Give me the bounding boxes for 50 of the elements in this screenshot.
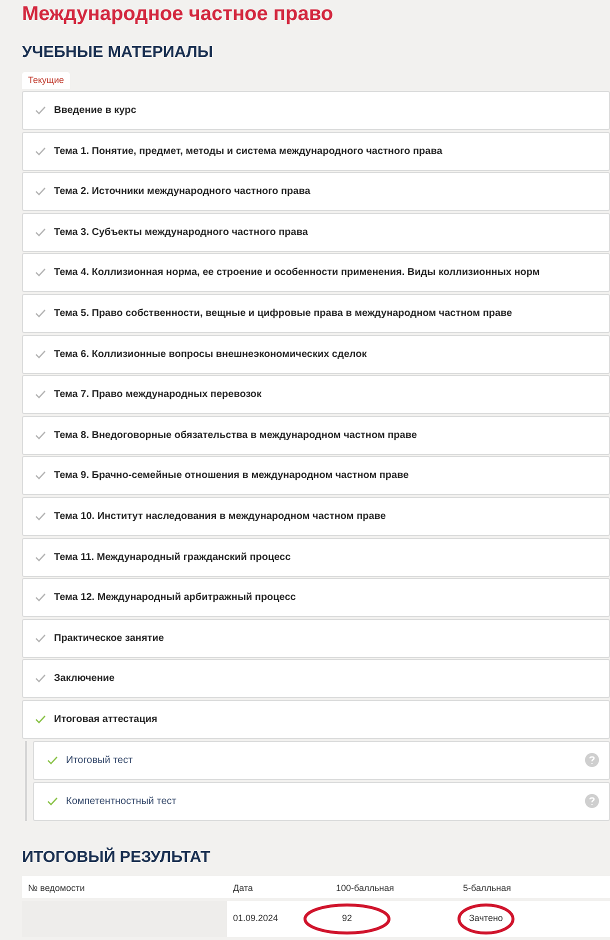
column-header: 5-балльная (463, 882, 511, 892)
table-cell: Зачтено (463, 912, 509, 926)
table-cell: 92 (336, 912, 358, 926)
table-cell-text: 01.09.2024 (233, 912, 278, 925)
annotation-ellipse (456, 902, 515, 934)
topic-label: Тема 5. Право собственности, вещные и цифровые права в международном частном праве (54, 306, 512, 321)
topic-item[interactable]: Тема 2. Источники международного частного права (22, 172, 610, 212)
topic-label: Тема 7. Право международных перевозок (54, 388, 262, 402)
topic-label: Тема 10. Институт наследования в международном частном праве (54, 510, 386, 524)
topic-label: Заключение (54, 672, 115, 686)
topic-item[interactable]: Тема 1. Понятие, предмет, методы и система международного частного права (22, 132, 610, 171)
topic-label: Тема 6. Коллизионные вопросы внешнеэкономических сделок (54, 348, 367, 362)
topic-item[interactable]: Тема 3. Субъекты международного частного права (22, 212, 610, 252)
section-heading: УЧЕБНЫЕ МАТЕРИАЛЫ (22, 43, 214, 63)
topic-item[interactable]: Практическое занятие (22, 618, 610, 658)
topic-item[interactable]: Тема 9. Брачно-семейные отношения в международном частном праве (22, 456, 610, 496)
column-header: № ведомости (28, 882, 85, 892)
topic-label: Тема 11. Международный гражданский процесс (54, 550, 291, 565)
topic-label: Тема 8. Внедоговорные обязательства в международном частном праве (54, 428, 417, 443)
page-title: Международное частное право (22, 2, 334, 26)
topic-item[interactable]: Заключение (22, 659, 610, 698)
topic-item[interactable]: Тема 7. Право международных перевозок (22, 375, 610, 414)
topic-item[interactable]: Итоговая аттестация (22, 700, 610, 739)
topic-label: Итоговая аттестация (54, 712, 158, 727)
topic-label: Тема 3. Субъекты международного частного права (54, 226, 308, 240)
test-label: Итоговый тест (66, 754, 134, 768)
topic-item[interactable]: Тема 10. Институт наследования в международном частном праве (22, 496, 610, 536)
topic-item[interactable]: Тема 12. Международный арбитражный процесс (22, 578, 610, 618)
test-item[interactable]: Итоговый тест (33, 740, 610, 780)
topic-item[interactable]: Тема 11. Международный гражданский процесс (22, 538, 610, 577)
help-icon[interactable] (585, 794, 599, 808)
topic-item[interactable]: Введение в курс (22, 91, 610, 130)
column-header: Дата (233, 882, 253, 892)
topic-label: Практическое занятие (54, 632, 164, 646)
section-heading: ИТОГОВЫЙ РЕЗУЛЬТАТ (22, 848, 210, 868)
topic-item[interactable]: Тема 4. Коллизионная норма, ее строение и особенности применения. Виды коллизионных норм (22, 253, 610, 292)
test-item[interactable]: Компетентностный тест (33, 782, 610, 820)
help-icon[interactable] (585, 753, 599, 768)
topic-item[interactable]: Тема 5. Право собственности, вещные и цифровые права в международном частном праве (22, 294, 610, 333)
topic-label: Введение в курс (54, 104, 136, 118)
topic-item[interactable]: Тема 8. Внедоговорные обязательства в международном частном праве (22, 416, 610, 455)
topic-label: Тема 9. Брачно-семейные отношения в международном частном праве (54, 469, 409, 484)
tab[interactable]: Текущие (22, 72, 70, 89)
topic-item[interactable]: Тема 6. Коллизионные вопросы внешнеэкономических сделок (22, 334, 610, 374)
topic-label: Тема 1. Понятие, предмет, методы и система международного частного права (54, 144, 442, 159)
topic-label: Тема 12. Международный арбитражный процесс (54, 591, 296, 606)
test-label: Компетентностный тест (66, 794, 178, 808)
column-header: 100-балльная (336, 882, 394, 892)
topic-label: Тема 4. Коллизионная норма, ее строение и особенности применения. Виды коллизионных норм (54, 266, 540, 280)
topic-label: Тема 2. Источники международного частного права (54, 185, 310, 200)
